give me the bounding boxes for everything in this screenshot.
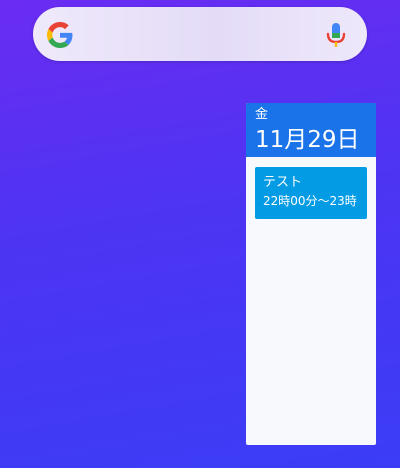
calendar-event[interactable]: テスト 22時00分～23時	[255, 167, 367, 219]
event-title: テスト	[263, 175, 303, 190]
weekday-label: 金	[255, 107, 269, 122]
date-label: 11月29日	[255, 127, 360, 153]
event-time: 22時00分～23時	[263, 194, 357, 208]
calendar-widget[interactable]: 金 11月29日 テスト 22時00分～23時	[246, 103, 376, 445]
google-g-icon[interactable]	[47, 22, 73, 48]
microphone-icon[interactable]	[323, 21, 349, 49]
calendar-date-header[interactable]: 金 11月29日	[246, 103, 376, 157]
google-search-bar[interactable]	[33, 7, 367, 61]
